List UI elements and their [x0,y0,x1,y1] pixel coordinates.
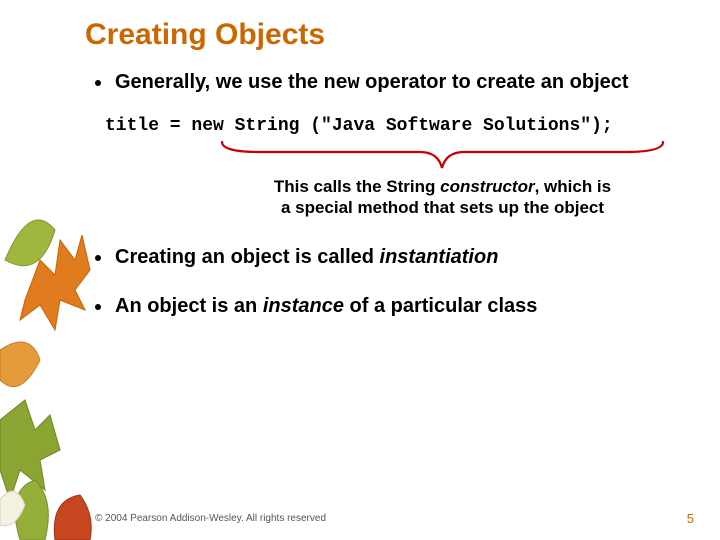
bullet-dot-icon [95,80,101,86]
copyright-footer: © 2004 Pearson Addison-Wesley. All right… [95,513,326,524]
bullet1-code: new [324,72,360,95]
anno-line1-em: constructor [440,177,534,196]
bullet-dot-icon [95,255,101,261]
anno-line1-pre: This calls the String [274,177,440,196]
bullet3-pre: An object is an [115,295,263,317]
bullet2-em: instantiation [380,246,499,268]
decorative-leaves [0,0,95,540]
anno-line1-post: , which is [535,177,612,196]
constructor-annotation: This calls the String constructor, which… [85,176,690,219]
bullet-instantiation: Creating an object is called instantiati… [85,245,690,270]
bullet2-pre: Creating an object is called [115,246,380,268]
page-number: 5 [687,511,694,526]
bullet3-em: instance [263,295,344,317]
bullet-new-operator: Generally, we use the new operator to cr… [85,70,690,96]
bullet1-pre: Generally, we use the [115,71,324,93]
bullet3-post: of a particular class [344,295,537,317]
brace-decoration [220,140,665,170]
bullet1-post: operator to create an object [360,71,629,93]
code-example: title = new String ("Java Software Solut… [105,116,690,136]
bullet-dot-icon [95,304,101,310]
anno-line2: a special method that sets up the object [281,198,604,217]
slide-title: Creating Objects [85,18,690,52]
bullet-instance: An object is an instance of a particular… [85,294,690,319]
